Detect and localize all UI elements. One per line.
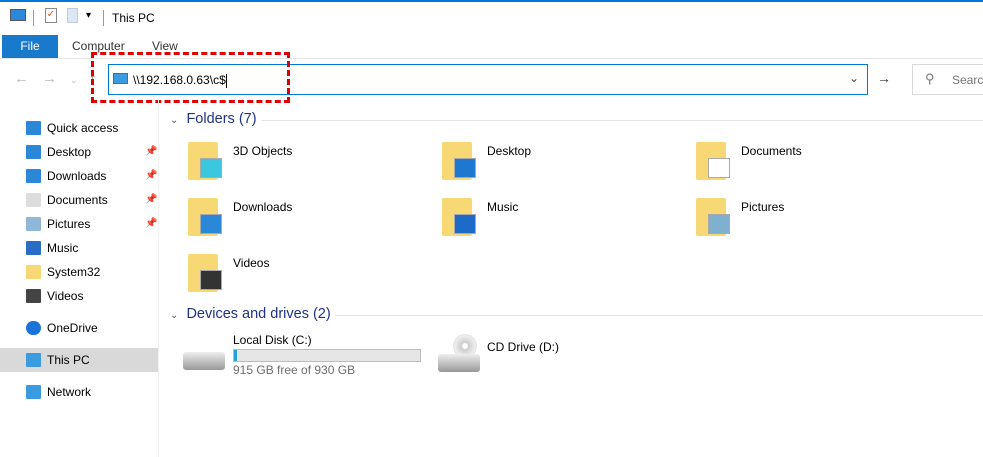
forward-button[interactable]: → <box>42 70 57 87</box>
divider <box>33 10 34 26</box>
search-icon: ⚲ <box>925 71 935 86</box>
drives-group-header[interactable]: ⌄ Devices and drives (2) <box>170 306 331 322</box>
folder-overlay-icon <box>200 158 222 178</box>
divider <box>335 315 983 316</box>
folder-overlay-icon <box>200 214 222 234</box>
folder-desktop[interactable]: Desktop <box>439 140 669 188</box>
sidebar-item-label: OneDrive <box>47 321 98 335</box>
sidebar-item-label: Videos <box>47 289 84 303</box>
sidebar-item-label: System32 <box>47 265 101 279</box>
cd-drive-icon <box>438 354 480 372</box>
file-tab[interactable]: File <box>2 35 58 58</box>
divider <box>103 10 104 26</box>
star-icon <box>26 121 41 135</box>
hard-drive-icon <box>183 352 225 370</box>
download-icon <box>26 169 41 183</box>
network-icon <box>26 385 41 399</box>
desktop-icon <box>26 145 41 159</box>
properties-icon[interactable]: ✓ <box>45 8 57 23</box>
document-icon <box>26 193 41 207</box>
folder-downloads[interactable]: Downloads <box>185 196 415 244</box>
folder-label: Desktop <box>487 144 532 158</box>
computer-icon <box>26 353 41 367</box>
search-input[interactable]: Search <box>952 73 983 87</box>
drive-free-space: 915 GB free of 930 GB <box>233 363 356 377</box>
folder-label: 3D Objects <box>233 144 293 158</box>
drive-label: CD Drive (D:) <box>487 340 559 354</box>
window-top-border <box>0 0 983 2</box>
sidebar-item-label: Desktop <box>47 145 92 159</box>
sidebar-item-desktop[interactable]: Desktop 📌 <box>0 140 158 164</box>
sidebar-item-videos[interactable]: Videos <box>0 284 158 308</box>
sidebar-item-quick-access[interactable]: Quick access <box>0 116 158 140</box>
sidebar-item-this-pc[interactable]: This PC <box>0 348 158 372</box>
sidebar-item-label: Pictures <box>47 217 91 231</box>
pictures-icon <box>26 217 41 231</box>
pin-icon: 📌 <box>145 194 158 205</box>
pin-icon: 📌 <box>145 170 158 181</box>
sidebar-item-label: Quick access <box>47 121 119 135</box>
sidebar-item-label: This PC <box>47 353 90 367</box>
divider <box>158 100 159 457</box>
folder-label: Downloads <box>233 200 293 214</box>
sidebar-item-label: Downloads <box>47 169 107 183</box>
video-icon <box>26 289 41 303</box>
recent-locations-button[interactable]: ⌄ <box>70 75 78 86</box>
drive-label: Local Disk (C:) <box>233 333 312 347</box>
pin-icon: 📌 <box>145 218 158 229</box>
drive-usage-bar <box>233 349 421 362</box>
folders-group-header[interactable]: ⌄ Folders (7) <box>170 111 257 127</box>
folder-overlay-icon <box>708 214 730 234</box>
sidebar-item-system32[interactable]: System32 <box>0 260 158 284</box>
folder-label: Music <box>487 200 519 214</box>
tab-view[interactable]: View <box>152 39 178 53</box>
folder-label: Documents <box>741 144 802 158</box>
folder-documents[interactable]: Documents <box>693 140 923 188</box>
drive-d[interactable]: CD Drive (D:) <box>435 330 635 380</box>
folder-videos[interactable]: Videos <box>185 252 415 300</box>
folder-icon <box>26 265 41 279</box>
folder-overlay-icon <box>708 158 730 178</box>
tab-computer[interactable]: Computer <box>72 39 125 53</box>
back-button[interactable]: ← <box>14 70 29 87</box>
music-icon <box>26 241 41 255</box>
folder-label: Videos <box>233 256 270 270</box>
sidebar-item-documents[interactable]: Documents 📌 <box>0 188 158 212</box>
computer-icon <box>10 9 26 21</box>
search-box[interactable]: ⚲ Search <box>912 64 983 95</box>
chevron-down-icon[interactable]: ⌄ <box>849 71 859 85</box>
folder-3d-objects[interactable]: 3D Objects <box>185 140 415 188</box>
sidebar-item-onedrive[interactable]: OneDrive <box>0 316 158 340</box>
divider <box>262 120 983 121</box>
sidebar-item-music[interactable]: Music <box>0 236 158 260</box>
pin-icon: 📌 <box>145 146 158 157</box>
highlight-annotation <box>91 52 290 103</box>
folder-pictures[interactable]: Pictures <box>693 196 923 244</box>
customize-toolbar-icon[interactable]: ▾ <box>86 10 91 21</box>
sidebar-item-label: Documents <box>47 193 108 207</box>
refresh-go-button[interactable]: → <box>877 70 891 86</box>
sidebar-item-pictures[interactable]: Pictures 📌 <box>0 212 158 236</box>
new-folder-icon[interactable] <box>67 8 78 23</box>
sidebar-item-downloads[interactable]: Downloads 📌 <box>0 164 158 188</box>
sidebar-item-network[interactable]: Network <box>0 380 158 404</box>
folder-label: Pictures <box>741 200 785 214</box>
folder-overlay-icon <box>454 158 476 178</box>
cloud-icon <box>26 321 41 335</box>
window-title: This PC <box>112 11 155 25</box>
sidebar-item-label: Music <box>47 241 79 255</box>
folder-music[interactable]: Music <box>439 196 669 244</box>
folder-overlay-icon <box>454 214 476 234</box>
folder-overlay-icon <box>200 270 222 290</box>
sidebar-item-label: Network <box>47 385 92 399</box>
